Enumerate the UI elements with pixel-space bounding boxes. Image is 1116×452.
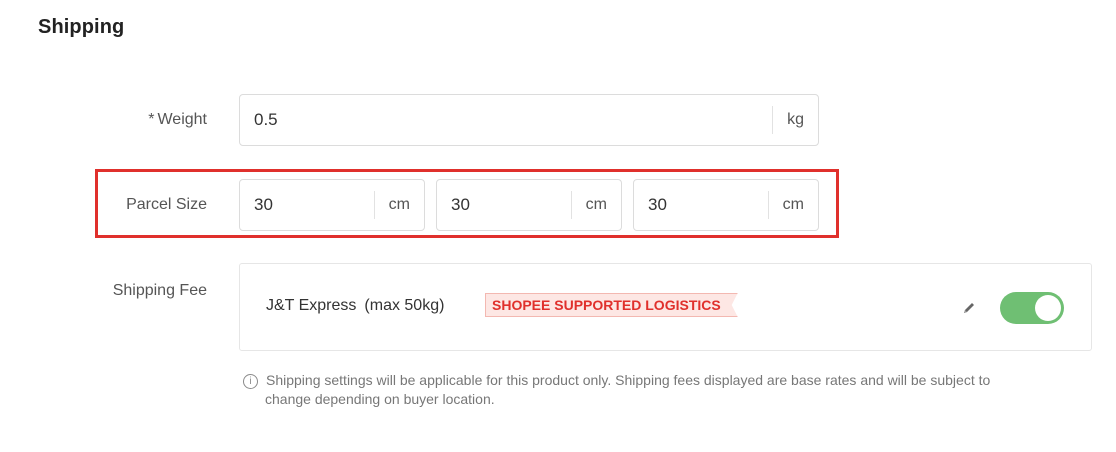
weight-value[interactable]: 0.5	[240, 110, 772, 130]
shipping-fee-label: Shipping Fee	[112, 282, 207, 299]
courier-weight-limit: (max 50kg)	[364, 297, 445, 314]
shipping-enable-toggle[interactable]	[1000, 292, 1064, 324]
weight-label: * Weight	[37, 111, 207, 129]
weight-label-text: Weight	[157, 111, 207, 128]
info-icon: i	[243, 374, 258, 389]
weight-unit: kg	[787, 111, 804, 128]
toggle-knob	[1035, 295, 1061, 321]
parcel-size-highlight-frame	[95, 169, 839, 238]
weight-field[interactable]: 0.5 kg	[239, 94, 819, 146]
shipping-fee-card: J&T Express (max 50kg) SHOPEE SUPPORTED L…	[239, 263, 1092, 351]
note-line-1: Shipping settings will be applicable for…	[266, 372, 991, 388]
section-title: Shipping	[38, 16, 125, 38]
pencil-icon[interactable]	[962, 301, 976, 315]
note-line-2: change depending on buyer location.	[265, 391, 495, 407]
courier-info: J&T Express (max 50kg)	[266, 297, 444, 315]
courier-name: J&T Express	[266, 297, 357, 314]
shipping-note: i Shipping settings will be applicable fo…	[240, 371, 1100, 409]
supported-logistics-tag: SHOPEE SUPPORTED LOGISTICS	[485, 293, 738, 317]
required-mark: *	[148, 111, 155, 128]
